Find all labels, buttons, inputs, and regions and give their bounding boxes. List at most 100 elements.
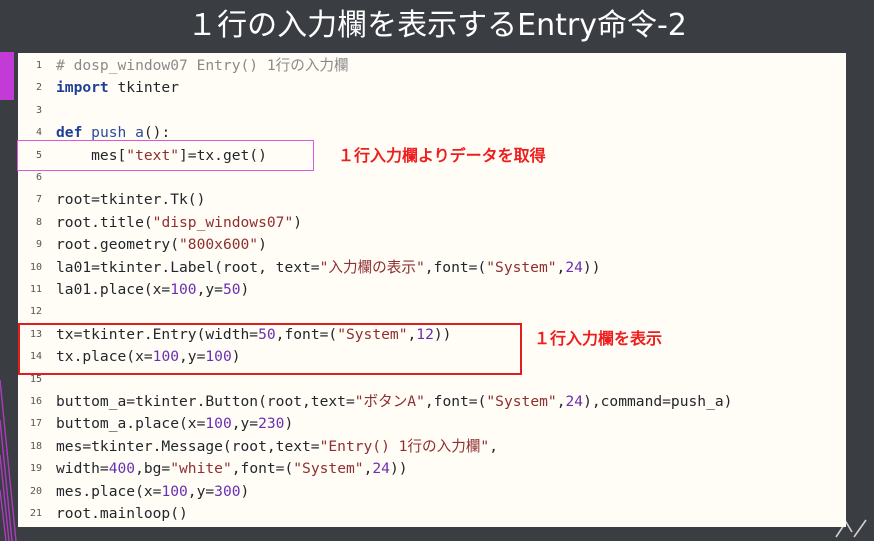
code-line: 12	[18, 301, 846, 323]
code-token: 100	[170, 281, 197, 298]
highlight-box-entry	[18, 323, 522, 375]
code-text: width=400,bg="white",font=("System",24))	[56, 458, 408, 480]
code-line: 10 la01=tkinter.Label(root, text="入力欄の表示"…	[18, 257, 846, 279]
code-token: 230	[258, 415, 285, 433]
code-line: 19 width=400,bg="white",font=("System",24…	[18, 458, 846, 480]
code-line: 11 la01.place(x=100,y=50)	[18, 279, 846, 301]
code-token: ),command=push_a)	[583, 393, 733, 410]
code-token: mes=tkinter.Message(root,text=	[56, 437, 320, 455]
code-token: root.geometry(	[56, 236, 180, 254]
code-token: def	[56, 124, 83, 142]
line-number: 12	[29, 306, 42, 318]
code-token: 100	[205, 415, 232, 433]
code-line: 3	[18, 100, 846, 122]
code-token: "System"	[293, 460, 364, 478]
code-token: "System"	[486, 393, 557, 410]
code-token: # dosp_window07 Entry() 1行の入力欄	[56, 57, 349, 74]
code-line: 20 mes.place(x=100,y=300)	[18, 481, 846, 503]
code-token: tkinter	[108, 79, 180, 97]
code-token: 300	[214, 482, 241, 500]
line-number: 21	[29, 508, 42, 519]
code-token: 100	[161, 482, 188, 500]
code-token: ,y=	[196, 281, 223, 298]
code-token: "Entry() 1行の入力欄"	[319, 437, 490, 455]
code-line: 21 root.mainloop()	[18, 503, 846, 525]
line-number: 16	[29, 396, 42, 407]
code-token: )	[240, 482, 250, 500]
code-token: "white"	[170, 460, 232, 478]
annotation-get-data: １行入力欄よりデータを取得	[338, 146, 546, 165]
line-number: 8	[35, 216, 42, 228]
code-token: width=	[56, 460, 109, 478]
line-number: 20	[29, 485, 42, 497]
highlight-box-get	[17, 140, 314, 171]
code-text: import tkinter	[56, 77, 179, 99]
line-number: 19	[29, 463, 42, 475]
code-line: 17 buttom_a.place(x=100,y=230)	[18, 413, 846, 435]
code-text: mes=tkinter.Message(root,text="Entry() 1…	[56, 436, 498, 458]
code-panel: 1 # dosp_window07 Entry() 1行の入力欄 2 import t…	[18, 53, 846, 527]
code-token: ():	[143, 124, 171, 142]
code-line: 18 mes=tkinter.Message(root,text="Entry()…	[18, 436, 846, 458]
code-token: 50	[222, 281, 241, 298]
line-number: 7	[35, 194, 42, 206]
annotation-show-entry: １行入力欄を表示	[534, 329, 663, 348]
code-token: ,font=(	[424, 393, 487, 410]
line-number: 10	[29, 261, 42, 273]
code-text: # dosp_window07 Entry() 1行の入力欄	[56, 55, 349, 77]
code-token: la01.place(x=	[56, 281, 171, 298]
code-token: ))	[582, 258, 601, 276]
code-text: root.geometry("800x600")	[56, 234, 267, 256]
line-number: 9	[35, 239, 42, 251]
code-token: ))	[389, 460, 408, 478]
code-line: 9 root.geometry("800x600")	[18, 234, 846, 256]
code-token: )	[284, 415, 294, 433]
code-token: "System"	[486, 258, 557, 276]
code-token: ,y=	[187, 482, 215, 500]
code-token: import	[56, 79, 109, 97]
code-line: 16 buttom_a=tkinter.Button(root,text="ボタン…	[18, 391, 846, 413]
code-token: "ボタンA"	[354, 393, 425, 410]
code-token: ,font=(	[424, 258, 487, 276]
code-token: root=tkinter.Tk()	[56, 191, 206, 209]
code-line: 7 root=tkinter.Tk()	[18, 189, 846, 211]
code-token: )	[240, 281, 250, 298]
code-text: root.mainloop()	[56, 503, 188, 525]
code-token: 24	[565, 258, 583, 276]
code-token: root.mainloop()	[56, 505, 188, 522]
code-text: la01.place(x=100,y=50)	[56, 279, 249, 301]
code-token: )	[293, 213, 303, 231]
code-token: mes.place(x=	[56, 482, 162, 500]
code-token: 24	[372, 460, 390, 478]
line-number: 1	[35, 60, 42, 71]
code-token: 24	[565, 393, 584, 410]
line-number: 18	[29, 440, 42, 452]
code-line: 8 root.title("disp_windows07")	[18, 212, 846, 234]
code-text: root=tkinter.Tk()	[56, 189, 205, 211]
code-token: ,bg=	[135, 460, 171, 478]
code-token: buttom_a.place(x=	[56, 415, 206, 433]
line-number: 2	[35, 82, 42, 94]
code-token: 400	[108, 460, 136, 478]
code-text: buttom_a=tkinter.Button(root,text="ボタンA"…	[56, 391, 732, 413]
code-token: push_a	[91, 124, 144, 142]
line-number: 11	[29, 284, 42, 295]
code-token: )	[258, 236, 267, 254]
code-token: root.title(	[56, 213, 153, 231]
code-token: "disp_windows07"	[152, 213, 294, 231]
code-text: mes.place(x=100,y=300)	[56, 481, 249, 503]
accent-bar	[0, 52, 14, 100]
code-token: ,y=	[231, 415, 259, 433]
code-line: 2 import tkinter	[18, 77, 846, 99]
code-text: buttom_a.place(x=100,y=230)	[56, 413, 293, 435]
code-token: "入力欄の表示"	[319, 258, 425, 276]
line-number: 3	[35, 104, 42, 116]
code-token: buttom_a=tkinter.Button(root,text=	[56, 393, 355, 410]
code-token: ,font=(	[231, 460, 294, 478]
slide-title: １行の入力欄を表示するEntry命令-2	[187, 8, 687, 43]
code-text: root.title("disp_windows07")	[56, 212, 302, 234]
slide: １行の入力欄を表示するEntry命令-2 1 # dosp_window07 En…	[0, 0, 874, 541]
line-number: 17	[29, 418, 42, 430]
code-token: la01=tkinter.Label(root, text=	[56, 258, 320, 276]
